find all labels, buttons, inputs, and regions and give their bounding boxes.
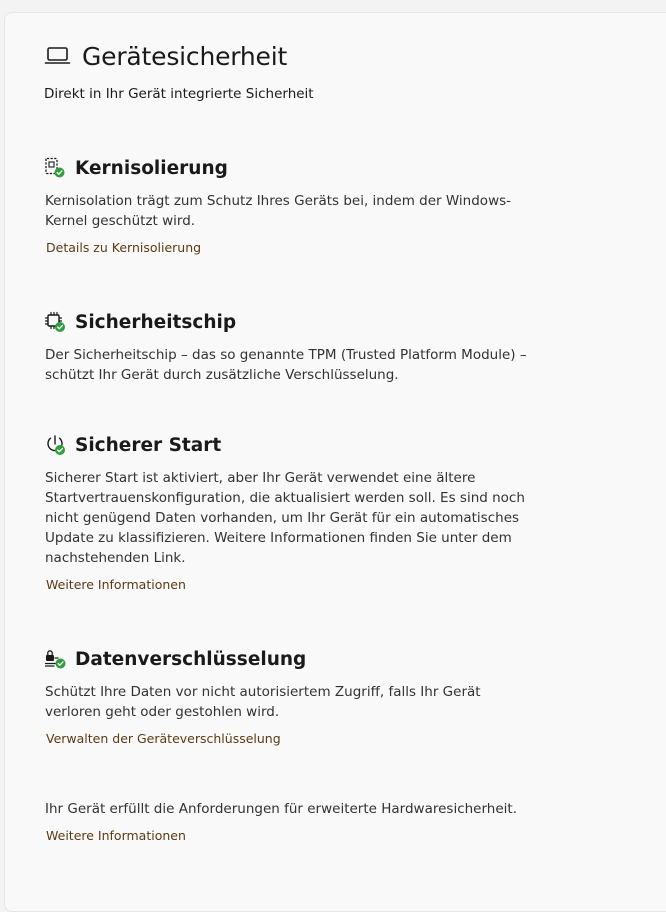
data-encryption-icon: [44, 648, 66, 670]
section-title: Sicherheitschip: [75, 311, 237, 333]
hardware-security-text: Ihr Gerät erfüllt die Anforderungen für …: [45, 801, 517, 817]
section-title: Datenverschlüsselung: [75, 648, 307, 670]
section-description: Schützt Ihre Daten vor nicht autorisiert…: [45, 684, 481, 720]
page-subtitle: Direkt in Ihr Gerät integrierte Sicherhe…: [44, 86, 314, 102]
page-header: Gerätesicherheit: [44, 38, 287, 74]
section-title: Kernisolierung: [75, 157, 228, 179]
core-isolation-icon: [44, 157, 66, 179]
page-title: Gerätesicherheit: [82, 41, 288, 71]
hardware-security-more-info-link[interactable]: Weitere Informationen: [46, 828, 186, 843]
secure-boot-more-info-link[interactable]: Weitere Informationen: [46, 577, 186, 592]
section-description: Der Sicherheitschip – das so genannte TP…: [45, 347, 527, 383]
manage-device-encryption-link[interactable]: Verwalten der Geräteverschlüsselung: [46, 731, 281, 746]
laptop-icon: [44, 45, 72, 67]
secure-boot-icon: [44, 434, 66, 456]
section-security-chip: Sicherheitschip Der Sicherheitschip – da…: [44, 308, 544, 385]
section-core-isolation: Kernisolierung Kernisolation trägt zum S…: [44, 154, 544, 256]
hardware-security-status: Ihr Gerät erfüllt die Anforderungen für …: [45, 799, 545, 844]
security-chip-icon: [44, 311, 66, 333]
section-description: Kernisolation trägt zum Schutz Ihres Ger…: [45, 193, 512, 229]
section-description: Sicherer Start ist aktiviert, aber Ihr G…: [45, 470, 525, 566]
section-secure-boot: Sicherer Start Sicherer Start ist aktivi…: [44, 431, 544, 593]
core-isolation-details-link[interactable]: Details zu Kernisolierung: [46, 240, 201, 255]
section-title: Sicherer Start: [75, 434, 222, 456]
section-data-encryption: Datenverschlüsselung Schützt Ihre Daten …: [44, 645, 544, 747]
